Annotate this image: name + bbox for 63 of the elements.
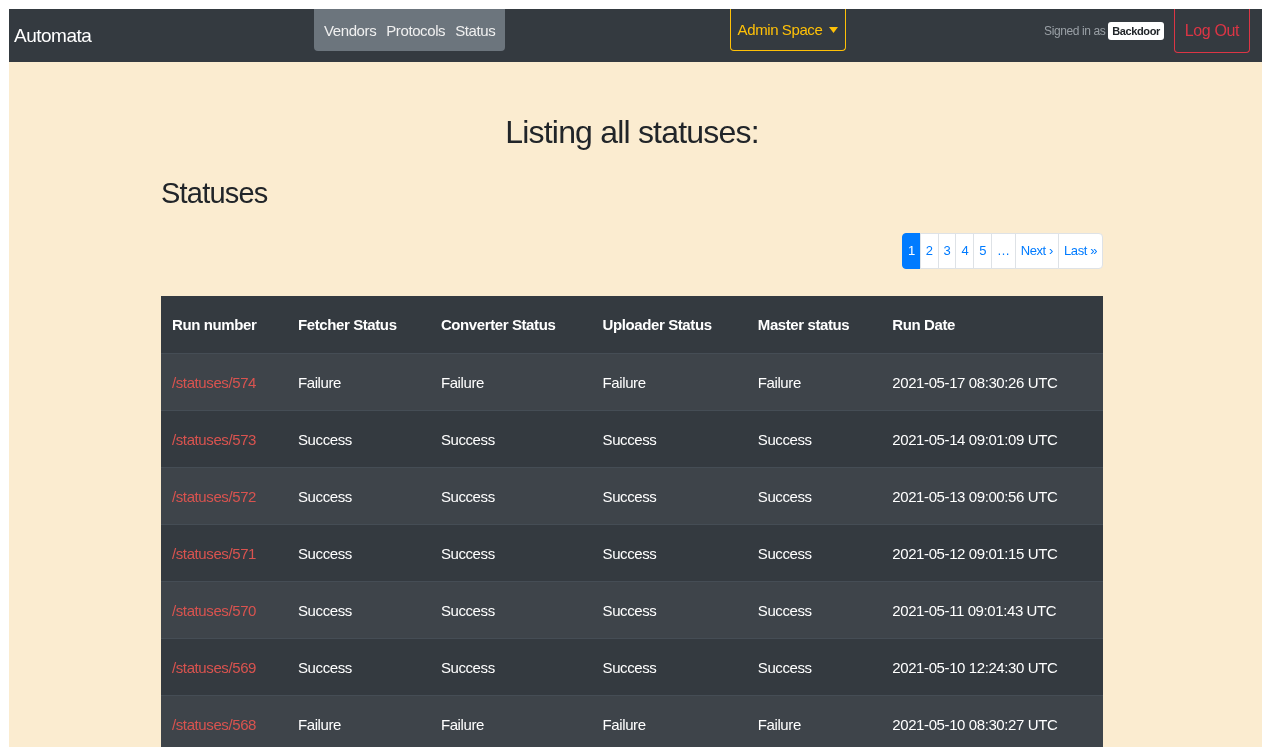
table-cell: Failure: [429, 695, 592, 747]
page-title: Listing all statuses:: [504, 113, 760, 152]
table-cell: Success: [287, 524, 430, 582]
table-cell: Success: [591, 524, 747, 582]
run-link[interactable]: /statuses/568: [172, 715, 257, 733]
table-cell: 2021-05-10 12:24:30 UTC: [881, 638, 1103, 696]
column-header: Fetcher Status: [287, 296, 430, 354]
table-cell: 2021-05-10 08:30:27 UTC: [881, 695, 1103, 747]
table-cell: 2021-05-14 09:01:09 UTC: [881, 410, 1103, 468]
run-link[interactable]: /statuses/571: [172, 544, 257, 562]
logout-button[interactable]: Log Out: [1173, 9, 1250, 53]
column-header: Run Date: [881, 296, 1103, 354]
table-cell: 2021-05-12 09:01:15 UTC: [881, 524, 1103, 582]
table-cell: Success: [287, 638, 430, 696]
nav-link[interactable]: Vendors: [314, 21, 377, 39]
run-link[interactable]: /statuses/569: [172, 658, 257, 676]
table-cell: Success: [746, 410, 882, 468]
table-cell: Failure: [287, 353, 430, 411]
table-cell: 2021-05-13 09:00:56 UTC: [881, 467, 1103, 525]
table-cell: Success: [746, 638, 882, 696]
table-cell: Failure: [746, 353, 882, 411]
nav-link[interactable]: Status: [445, 21, 496, 39]
page-link[interactable]: Next ›: [1014, 233, 1059, 269]
table-cell: Success: [287, 581, 430, 639]
run-link[interactable]: /statuses/570: [172, 601, 257, 619]
page-link[interactable]: …: [991, 233, 1016, 269]
admin-dropdown[interactable]: Admin Space: [730, 9, 846, 51]
table-cell: Success: [746, 581, 882, 639]
table-cell: 2021-05-11 09:01:43 UTC: [881, 581, 1103, 639]
run-link[interactable]: /statuses/573: [172, 430, 257, 448]
table-cell: Success: [746, 524, 882, 582]
table-cell: Success: [746, 467, 882, 525]
page-link[interactable]: Last »: [1058, 233, 1103, 269]
column-header: Converter Status: [429, 296, 592, 354]
table-cell: Failure: [591, 353, 747, 411]
table-cell: Success: [591, 638, 747, 696]
column-header: Uploader Status: [591, 296, 747, 354]
column-header: Master status: [746, 296, 882, 354]
table-cell: Success: [429, 638, 592, 696]
signed-in-label: Signed in as: [1044, 24, 1106, 38]
table-cell: Success: [429, 410, 592, 468]
user-badge: Backdoor: [1108, 22, 1164, 40]
caret-icon: [829, 26, 839, 33]
table-cell: Success: [591, 581, 747, 639]
brand-title[interactable]: Automata: [14, 24, 92, 47]
section-title: Statuses: [161, 176, 269, 211]
table-cell: Success: [287, 467, 430, 525]
table-cell: Success: [429, 467, 592, 525]
table-cell: Success: [591, 467, 747, 525]
table-cell: Failure: [746, 695, 882, 747]
run-link[interactable]: /statuses/572: [172, 487, 257, 505]
column-header: Run number: [161, 296, 287, 354]
table-cell: Success: [429, 524, 592, 582]
nav-link[interactable]: Protocols: [376, 21, 446, 39]
table-cell: Success: [287, 410, 430, 468]
table-cell: 2021-05-17 08:30:26 UTC: [881, 353, 1103, 411]
table-cell: Success: [591, 410, 747, 468]
run-link[interactable]: /statuses/574: [172, 373, 257, 391]
page-link[interactable]: 1: [901, 233, 921, 269]
table-cell: Success: [429, 581, 592, 639]
table-cell: Failure: [287, 695, 430, 747]
table-cell: Failure: [429, 353, 592, 411]
table-cell: Failure: [591, 695, 747, 747]
